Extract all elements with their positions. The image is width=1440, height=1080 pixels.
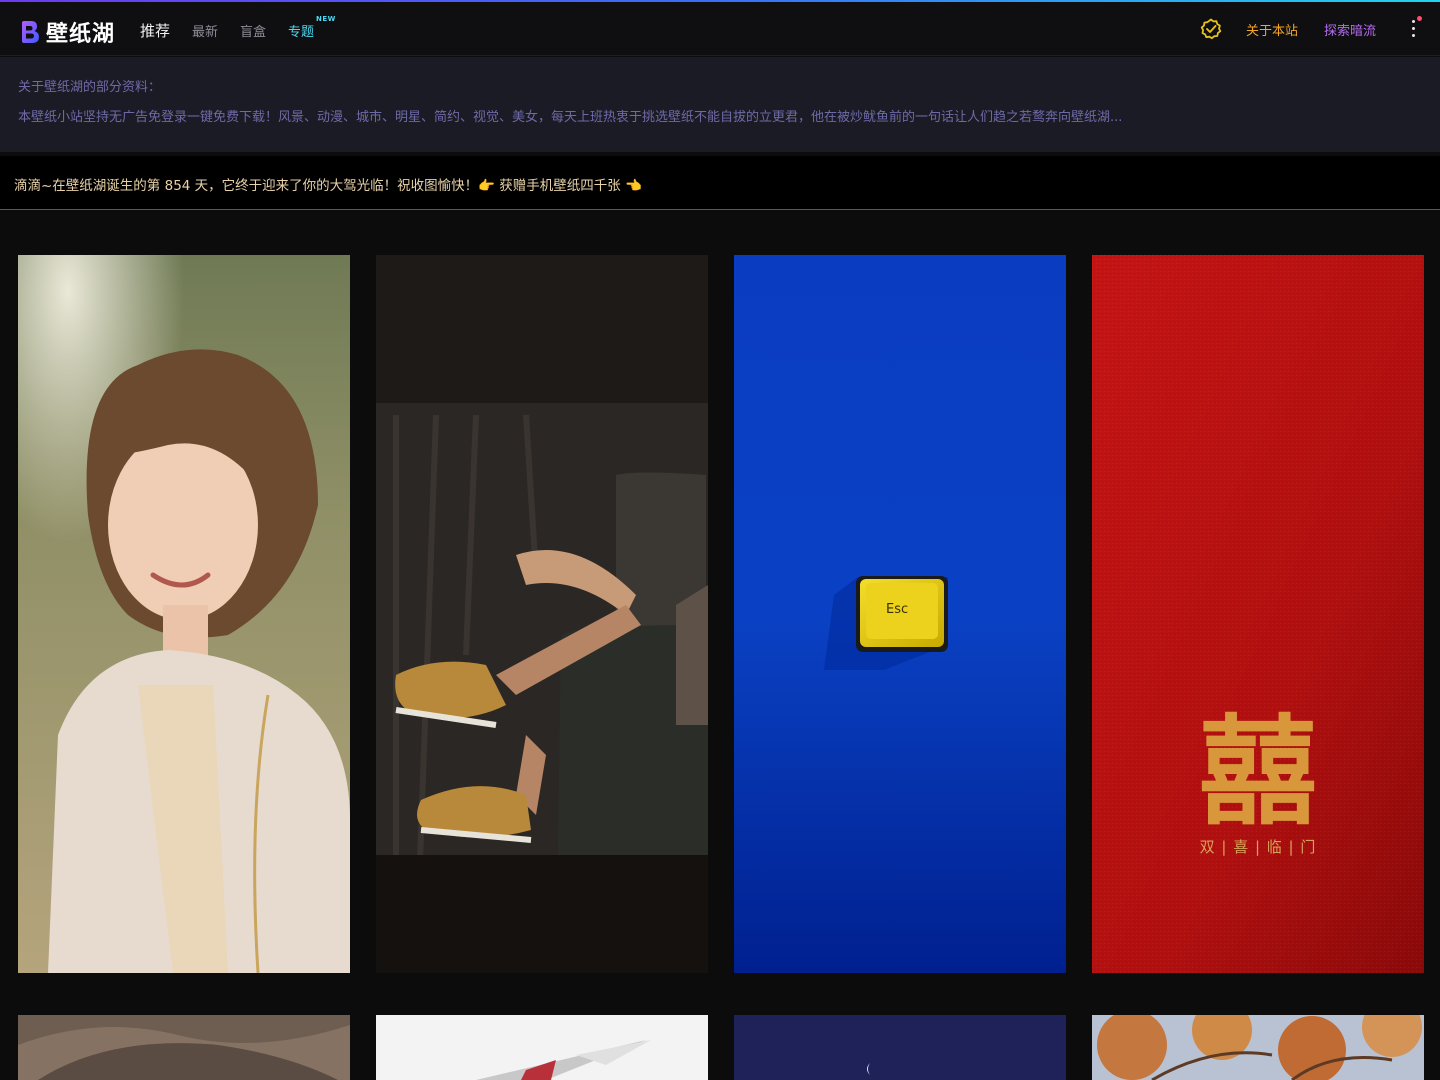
verified-badge-icon[interactable] [1200,18,1222,40]
more-menu-icon[interactable] [1406,16,1422,40]
logo-icon [20,20,40,44]
esc-keycap-label: Esc [886,602,908,617]
info-title: 关于壁纸湖的部分资料： [18,80,162,95]
nav-item-recommend[interactable]: 推荐 [140,20,170,41]
wallpaper-card-paper-plane[interactable] [376,1015,708,1080]
wallpaper-image [376,255,708,973]
wallpaper-image [18,1015,350,1080]
wallpaper-card-esc-key[interactable]: Esc [734,255,1066,973]
wallpaper-grid: Esc 囍 双 | 喜 | 临 | 门 [0,210,1440,1080]
wallpaper-image [734,1015,1066,1080]
wallpaper-image [18,255,350,973]
site-info-panel: 关于壁纸湖的部分资料： 本壁纸小站坚持无广告免登录一键免费下载！风景、动漫、城市… [0,57,1440,152]
double-happiness-glyph: 囍 [1199,702,1317,841]
notification-dot [1417,16,1422,21]
site-logo[interactable]: 壁纸湖 [20,16,115,48]
double-happiness-subcaption: 双 | 喜 | 临 | 门 [1200,838,1317,856]
wallpaper-card-night-moon[interactable] [734,1015,1066,1080]
nav-item-topics-label: 专题 [288,25,315,40]
wallpaper-image: 囍 双 | 喜 | 临 | 门 [1092,255,1424,973]
main-nav: 推荐 最新 盲盒 专题 NEW [140,15,336,41]
wallpaper-card-double-happiness[interactable]: 囍 双 | 喜 | 临 | 门 [1092,255,1424,973]
wallpaper-card-portrait[interactable] [18,255,350,973]
nav-item-topics[interactable]: 专题 NEW [288,15,335,40]
wallpaper-card-feathers[interactable] [18,1015,350,1080]
wallpaper-card-sneakers[interactable] [376,255,708,973]
nav-item-blindbox[interactable]: 盲盒 [240,21,266,40]
about-site-link[interactable]: 关于本站 [1246,20,1298,39]
top-header: 壁纸湖 推荐 最新 盲盒 专题 NEW 关于本站 探索暗流 [0,2,1440,56]
info-description: 本壁纸小站坚持无广告免登录一键免费下载！风景、动漫、城市、明星、简约、视觉、美女… [18,110,1123,125]
wallpaper-card-autumn-tree[interactable] [1092,1015,1424,1080]
nav-item-latest[interactable]: 最新 [192,21,218,40]
welcome-text[interactable]: 滴滴~在壁纸湖诞生的第 854 天，它终于迎来了你的大驾光临！祝收图愉快！👉 获… [14,174,642,194]
welcome-banner: 滴滴~在壁纸湖诞生的第 854 天，它终于迎来了你的大驾光临！祝收图愉快！👉 获… [0,156,1440,210]
explore-dark-link[interactable]: 探索暗流 [1324,20,1376,39]
logo-text: 壁纸湖 [46,22,116,47]
wallpaper-image [1092,1015,1424,1080]
wallpaper-image [376,1015,708,1080]
wallpaper-image: Esc [734,255,1066,973]
new-badge: NEW [316,15,336,23]
header-right-actions: 关于本站 探索暗流 [1200,2,1440,56]
